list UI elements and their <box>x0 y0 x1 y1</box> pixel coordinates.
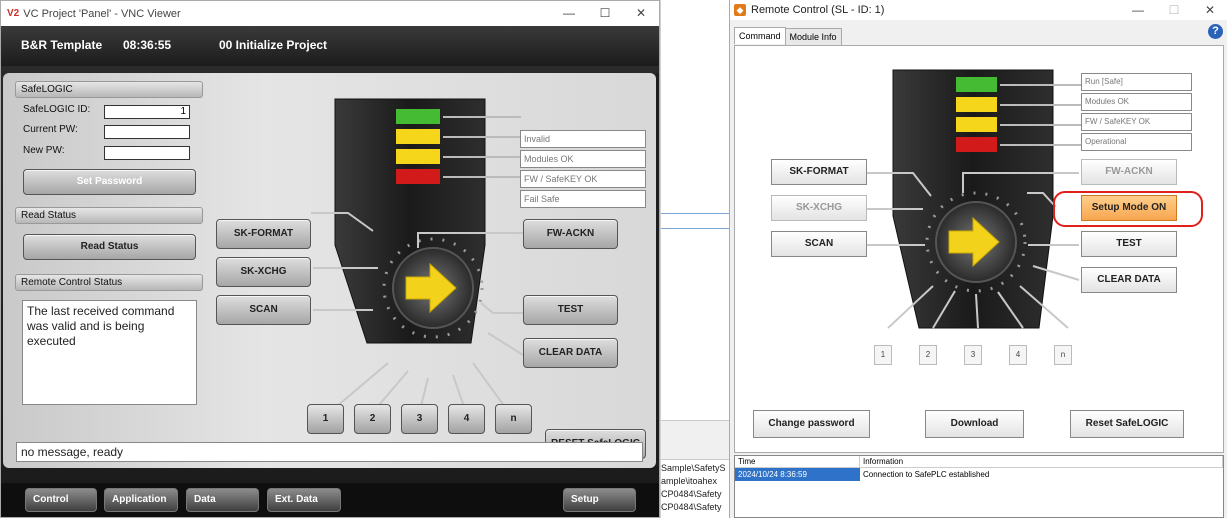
remote-control-window: ◆ Remote Control (SL - ID: 1) — ☐ ✕ Comm… <box>729 0 1227 518</box>
rc-clear-data-button[interactable]: CLEAR DATA <box>1081 267 1177 293</box>
rc-tab-bar: Command Module Info <box>734 27 842 45</box>
path-item: CP0484\Safety <box>661 489 722 499</box>
led-red <box>956 137 997 152</box>
sk-format-button[interactable]: SK-FORMAT <box>216 219 311 249</box>
remote-status-text: The last received command was valid and … <box>22 300 197 405</box>
rc-fw-ackn-button[interactable]: FW-ACKN <box>1081 159 1177 185</box>
indicator-label: Modules OK <box>520 150 646 168</box>
hmi-footer-nav: Control Application Data Ext. Data Setup <box>1 483 659 517</box>
project-step: 00 Initialize Project <box>219 38 328 52</box>
change-password-button[interactable]: Change password <box>753 410 870 438</box>
sk-xchg-button[interactable]: SK-XCHG <box>216 257 311 287</box>
rc-number-button-2[interactable]: 2 <box>919 345 937 365</box>
rc-number-button-3[interactable]: 3 <box>964 345 982 365</box>
number-button-3[interactable]: 3 <box>401 404 438 434</box>
number-button-n[interactable]: n <box>495 404 532 434</box>
template-name: B&R Template <box>21 38 103 52</box>
clear-data-button[interactable]: CLEAR DATA <box>523 338 618 368</box>
nav-ext-data-button[interactable]: Ext. Data <box>267 488 341 512</box>
nav-application-button[interactable]: Application <box>104 488 178 512</box>
number-button-1[interactable]: 1 <box>307 404 344 434</box>
safelogic-group-title: SafeLOGIC <box>15 81 203 98</box>
path-item: CP0484\Safety <box>661 502 722 512</box>
indicator-label: Run [Safe] <box>1081 73 1192 91</box>
rc-test-button[interactable]: TEST <box>1081 231 1177 257</box>
message-line: no message, ready <box>16 442 643 462</box>
clock: 08:36:55 <box>123 38 172 52</box>
minimize-icon[interactable]: — <box>551 1 587 26</box>
rc-log-table: Time Information 2024/10/24 8:36:59 Conn… <box>734 455 1224 518</box>
indicator-label: FW / SafeKEY OK <box>1081 113 1192 131</box>
vnc-window-title: VC Project 'Panel' - VNC Viewer <box>23 7 181 20</box>
download-button[interactable]: Download <box>925 410 1024 438</box>
rc-number-button-1[interactable]: 1 <box>874 345 892 365</box>
indicator-label: Invalid <box>520 130 646 148</box>
maximize-icon[interactable]: ☐ <box>587 1 623 26</box>
log-time: 2024/10/24 8:36:59 <box>735 468 860 481</box>
number-button-4[interactable]: 4 <box>448 404 485 434</box>
path-item: ample\itoahex <box>661 476 718 486</box>
indicator-label: FW / SafeKEY OK <box>520 170 646 188</box>
rc-number-button-n[interactable]: n <box>1054 345 1072 365</box>
led-green <box>956 77 997 92</box>
background-window: Sample\SafetyS ample\itoahex CP0484\Safe… <box>660 0 731 518</box>
rc-sk-xchg-button[interactable]: SK-XCHG <box>771 195 867 221</box>
scan-button[interactable]: SCAN <box>216 295 311 325</box>
app-icon: ◆ <box>734 4 746 16</box>
log-header: Time Information <box>735 456 1223 468</box>
path-item: Sample\SafetyS <box>661 463 726 473</box>
indicator-label: Fail Safe <box>520 190 646 208</box>
led-yellow <box>956 97 997 112</box>
indicator-label: Modules OK <box>1081 93 1192 111</box>
rc-window-title: Remote Control (SL - ID: 1) <box>751 4 885 16</box>
current-pw-input[interactable] <box>104 125 190 139</box>
number-button-2[interactable]: 2 <box>354 404 391 434</box>
set-password-button[interactable]: Set Password <box>23 169 196 195</box>
reset-safelogic-button[interactable]: Reset SafeLOGIC <box>1070 410 1184 438</box>
tab-command[interactable]: Command <box>734 27 786 44</box>
vnc-logo-icon: V2 <box>7 8 20 19</box>
background-panel <box>661 420 731 460</box>
minimize-icon[interactable]: — <box>1120 0 1156 23</box>
divider <box>661 213 731 214</box>
divider <box>661 228 731 229</box>
maximize-icon[interactable]: ☐ <box>1156 0 1192 23</box>
log-column-information: Information <box>860 456 1223 467</box>
tab-module-info[interactable]: Module Info <box>784 28 842 45</box>
led-yellow <box>956 117 997 132</box>
new-pw-label: New PW: <box>23 145 65 156</box>
rc-scan-button[interactable]: SCAN <box>771 231 867 257</box>
rc-sk-format-button[interactable]: SK-FORMAT <box>771 159 867 185</box>
safelogic-id-input[interactable]: 1 <box>104 105 190 119</box>
vnc-viewer-window: V2 VC Project 'Panel' - VNC Viewer — ☐ ✕… <box>0 0 660 518</box>
path-list: Sample\SafetyS ample\itoahex CP0484\Safe… <box>661 462 731 514</box>
table-row[interactable]: 2024/10/24 8:36:59 Connection to SafePLC… <box>735 468 1223 481</box>
log-column-time: Time <box>735 456 860 467</box>
rc-command-panel: Run [Safe] Modules OK FW / SafeKEY OK Op… <box>734 45 1224 453</box>
log-info: Connection to SafePLC established <box>863 470 990 479</box>
close-icon[interactable]: ✕ <box>623 1 659 26</box>
hmi-main-panel: SafeLOGIC SafeLOGIC ID: 1 Current PW: Ne… <box>3 73 656 468</box>
nav-control-button[interactable]: Control <box>25 488 97 512</box>
read-status-group-title: Read Status <box>15 207 203 224</box>
close-icon[interactable]: ✕ <box>1192 0 1227 23</box>
rc-number-button-4[interactable]: 4 <box>1009 345 1027 365</box>
read-status-button[interactable]: Read Status <box>23 234 196 260</box>
hmi-header: B&R Template 08:36:55 00 Initialize Proj… <box>1 26 659 66</box>
highlight-ring <box>1053 191 1203 227</box>
help-icon[interactable]: ? <box>1208 24 1223 39</box>
safelogic-id-label: SafeLOGIC ID: <box>23 104 91 115</box>
nav-setup-button[interactable]: Setup <box>563 488 636 512</box>
test-button[interactable]: TEST <box>523 295 618 325</box>
new-pw-input[interactable] <box>104 146 190 160</box>
remote-status-group-title: Remote Control Status <box>15 274 203 291</box>
current-pw-label: Current PW: <box>23 124 78 135</box>
fw-ackn-button[interactable]: FW-ACKN <box>523 219 618 249</box>
nav-data-button[interactable]: Data <box>186 488 259 512</box>
indicator-label: Operational <box>1081 133 1192 151</box>
